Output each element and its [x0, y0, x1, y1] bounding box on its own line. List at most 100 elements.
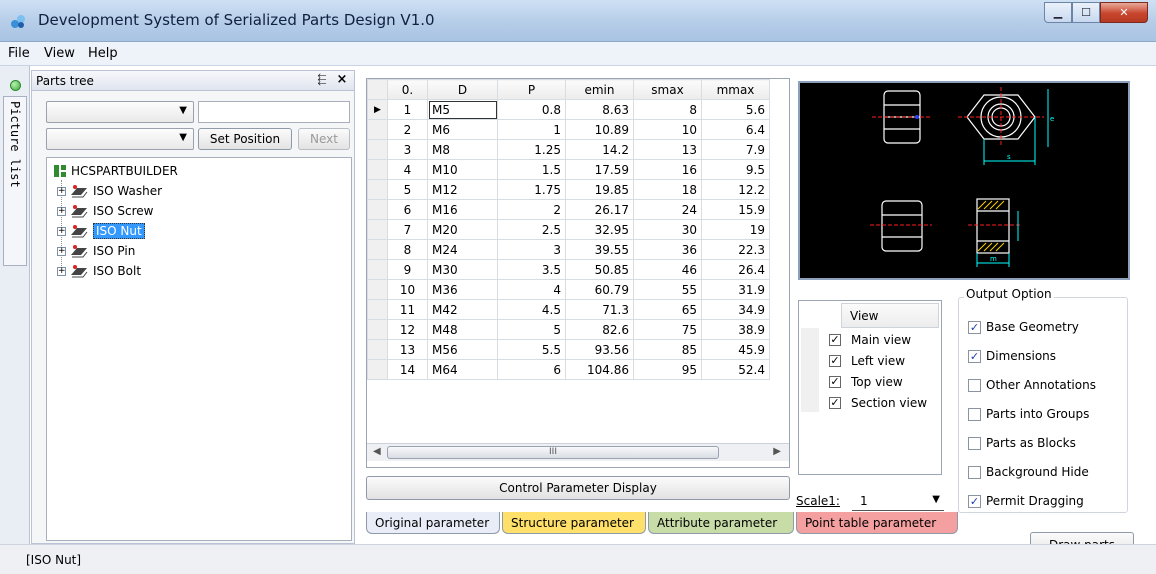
grid-cell[interactable]: 31.9: [701, 279, 770, 300]
view-checkbox[interactable]: ✓: [829, 333, 841, 346]
tree-root[interactable]: HCSPARTBUILDER: [53, 162, 178, 180]
column-header[interactable]: P: [497, 79, 566, 100]
table-row[interactable]: 12 M48 5 82.6 75 38.9: [367, 319, 770, 340]
grid-cell[interactable]: M24: [427, 239, 498, 260]
grid-cell[interactable]: 9: [387, 259, 428, 280]
panel-close-icon[interactable]: ×: [334, 73, 350, 88]
grid-cell[interactable]: 13: [633, 139, 702, 160]
set-position-button[interactable]: Set Position: [198, 128, 292, 150]
tab-attribute-parameter[interactable]: Attribute parameter: [648, 512, 794, 534]
grid-cell[interactable]: M48: [427, 319, 498, 340]
grid-cell[interactable]: 19: [701, 219, 770, 240]
grid-cell[interactable]: 93.56: [565, 339, 634, 360]
tree-item-iso-pin[interactable]: + ISO Pin: [57, 242, 135, 260]
grid-cell[interactable]: M36: [427, 279, 498, 300]
expand-icon[interactable]: +: [57, 246, 66, 256]
table-row[interactable]: 7 M20 2.5 32.95 30 19: [367, 219, 770, 240]
menu-view[interactable]: View: [44, 46, 75, 61]
table-row[interactable]: 2 M6 1 10.89 10 6.4: [367, 119, 770, 140]
grid-cell[interactable]: 39.55: [565, 239, 634, 260]
row-header[interactable]: [367, 219, 388, 240]
grid-cell[interactable]: 1.5: [497, 159, 566, 180]
view-checkbox[interactable]: ✓: [829, 375, 841, 388]
grid-cell[interactable]: 34.9: [701, 299, 770, 320]
row-header[interactable]: ▶: [367, 99, 388, 120]
close-button[interactable]: ✕: [1100, 2, 1148, 23]
table-row[interactable]: 9 M30 3.5 50.85 46 26.4: [367, 259, 770, 280]
table-row[interactable]: 8 M24 3 39.55 36 22.3: [367, 239, 770, 260]
checkbox[interactable]: [968, 436, 981, 450]
grid-cell[interactable]: 19.85: [565, 179, 634, 200]
row-header[interactable]: [367, 239, 388, 260]
row-header[interactable]: [367, 279, 388, 300]
grid-cell[interactable]: 3: [497, 239, 566, 260]
output-option-item[interactable]: Parts into Groups: [968, 405, 1089, 423]
grid-cell[interactable]: 0.8: [497, 99, 566, 120]
tree-item-iso-nut[interactable]: + ISO Nut: [57, 222, 145, 240]
grid-cell[interactable]: 104.86: [565, 359, 634, 380]
row-header[interactable]: [367, 119, 388, 140]
checkbox[interactable]: [968, 465, 981, 479]
checkbox[interactable]: ✓: [968, 494, 981, 508]
grid-cell[interactable]: 13: [387, 339, 428, 360]
grid-cell[interactable]: 1: [387, 99, 428, 120]
grid-cell[interactable]: M6: [427, 119, 498, 140]
grid-cell[interactable]: 95: [633, 359, 702, 380]
view-item-section[interactable]: ✓ Section view: [819, 392, 939, 413]
grid-cell[interactable]: 85: [633, 339, 702, 360]
grid-cell[interactable]: 14: [387, 359, 428, 380]
horizontal-scrollbar[interactable]: ◀ III ▶: [367, 443, 789, 461]
grid-cell[interactable]: 11: [387, 299, 428, 320]
grid-cell[interactable]: 7: [387, 219, 428, 240]
grid-cell[interactable]: 75: [633, 319, 702, 340]
minimize-button[interactable]: ▁: [1044, 2, 1072, 23]
grid-cell[interactable]: M12: [427, 179, 498, 200]
grid-cell[interactable]: 36: [633, 239, 702, 260]
view-checkbox[interactable]: ✓: [829, 396, 841, 409]
view-item-top[interactable]: ✓ Top view: [819, 371, 939, 392]
picture-list-tab[interactable]: Picture list: [3, 96, 27, 266]
grid-cell[interactable]: 71.3: [565, 299, 634, 320]
row-header[interactable]: [367, 319, 388, 340]
table-row[interactable]: 5 M12 1.75 19.85 18 12.2: [367, 179, 770, 200]
grid-cell[interactable]: 8: [633, 99, 702, 120]
grid-cell[interactable]: 22.3: [701, 239, 770, 260]
row-header[interactable]: [367, 259, 388, 280]
table-row[interactable]: 6 M16 2 26.17 24 15.9: [367, 199, 770, 220]
table-row[interactable]: 4 M10 1.5 17.59 16 9.5: [367, 159, 770, 180]
tab-point-table-parameter[interactable]: Point table parameter: [796, 512, 958, 534]
grid-cell[interactable]: 6: [387, 199, 428, 220]
control-parameter-display-button[interactable]: Control Parameter Display: [366, 476, 790, 500]
grid-cell[interactable]: 8.63: [565, 99, 634, 120]
grid-cell[interactable]: 26.4: [701, 259, 770, 280]
scroll-thumb[interactable]: III: [387, 446, 719, 459]
table-row[interactable]: 11 M42 4.5 71.3 65 34.9: [367, 299, 770, 320]
grid-cell[interactable]: M20: [427, 219, 498, 240]
row-header[interactable]: [367, 139, 388, 160]
grid-cell[interactable]: 46: [633, 259, 702, 280]
parameter-grid[interactable]: 0. D P emin smax mmax ▶ 1 M5 0.8 8.63 8 5.6 2 M6…: [366, 78, 790, 468]
grid-cell[interactable]: 4.5: [497, 299, 566, 320]
grid-cell[interactable]: 12: [387, 319, 428, 340]
category-combo[interactable]: ▼: [46, 101, 194, 123]
output-option-item[interactable]: Background Hide: [968, 463, 1089, 481]
tab-structure-parameter[interactable]: Structure parameter: [502, 512, 646, 534]
grid-cell[interactable]: 38.9: [701, 319, 770, 340]
grid-cell[interactable]: 30: [633, 219, 702, 240]
grid-cell[interactable]: 9.5: [701, 159, 770, 180]
grid-cell[interactable]: 5: [497, 319, 566, 340]
output-option-item[interactable]: Parts as Blocks: [968, 434, 1076, 452]
grid-cell[interactable]: M5: [427, 99, 498, 120]
output-option-item[interactable]: ✓ Dimensions: [968, 347, 1056, 365]
grid-cell[interactable]: 3: [387, 139, 428, 160]
row-header[interactable]: [367, 299, 388, 320]
tree-item-iso-bolt[interactable]: + ISO Bolt: [57, 262, 141, 280]
grid-cell[interactable]: 8: [387, 239, 428, 260]
grid-cell[interactable]: 5.5: [497, 339, 566, 360]
grid-cell[interactable]: 82.6: [565, 319, 634, 340]
grid-cell[interactable]: 2: [497, 199, 566, 220]
output-option-item[interactable]: ✓ Permit Dragging: [968, 492, 1084, 510]
scale-select[interactable]: 1 ▼: [852, 491, 944, 511]
table-row[interactable]: 10 M36 4 60.79 55 31.9: [367, 279, 770, 300]
grid-cell[interactable]: 1: [497, 119, 566, 140]
